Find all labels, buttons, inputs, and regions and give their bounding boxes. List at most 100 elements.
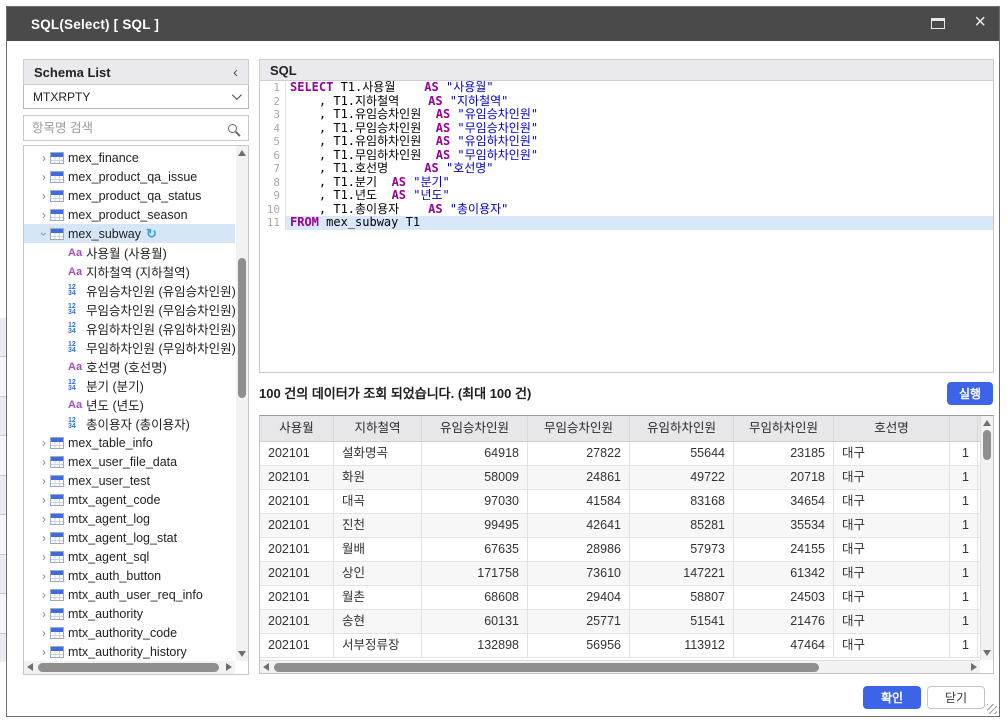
tree-horizontal-scrollbar[interactable]: [24, 661, 235, 674]
tree-column-item[interactable]: 1234무임승차인원 (무임승차인원): [24, 300, 235, 319]
tree-table-item[interactable]: ›mex_table_info: [24, 433, 235, 452]
tree-column-item[interactable]: 1234유임승차인원 (유임승차인원): [24, 281, 235, 300]
maximize-icon[interactable]: [931, 18, 945, 29]
tree-table-item[interactable]: › mtx_authority: [24, 604, 235, 623]
chevron-right-icon[interactable]: ›: [38, 626, 50, 640]
tree-table-item[interactable]: ›mex_subway↻: [24, 224, 235, 243]
tree-column-item[interactable]: Aa지하철역 (지하철역): [24, 262, 235, 281]
sql-editor[interactable]: 1SELECT T1.사용월 AS "사용월"2 , T1.지하철역 AS "지…: [259, 81, 994, 373]
tree-column-item[interactable]: 1234분기 (분기): [24, 376, 235, 395]
tree-item-label: 유임승차인원 (유임승차인원): [86, 281, 235, 300]
tree-column-item[interactable]: 1234총이용자 (총이용자): [24, 414, 235, 433]
run-button[interactable]: 실행: [947, 382, 993, 405]
tree-table-item[interactable]: ›mex_finance: [24, 148, 235, 167]
table-row[interactable]: 202101월배67635289865797324155대구1: [260, 538, 980, 562]
search-box: [23, 115, 249, 141]
scroll-left-icon[interactable]: [263, 663, 269, 671]
tree-column-item[interactable]: Aa년도 (년도): [24, 395, 235, 414]
grid-cell: 64918: [422, 442, 528, 465]
sql-code-text: , T1.무임하차인원 AS "무임하차인원": [286, 149, 993, 163]
tree-column-item[interactable]: Aa사용월 (사용월): [24, 243, 235, 262]
tree-table-item[interactable]: ›mtx_agent_sql: [24, 547, 235, 566]
tree-table-item[interactable]: ›mex_product_qa_status: [24, 186, 235, 205]
grid-cell: 1: [950, 634, 978, 657]
tree-table-item[interactable]: ›mtx_agent_log: [24, 509, 235, 528]
grid-cell: 대곡: [334, 490, 422, 513]
chevron-right-icon[interactable]: ›: [38, 170, 50, 184]
chevron-right-icon[interactable]: ›: [38, 436, 50, 450]
chevron-right-icon[interactable]: ›: [38, 189, 50, 203]
scroll-up-icon[interactable]: [238, 150, 246, 156]
refresh-icon[interactable]: ↻: [146, 226, 157, 242]
grid-header-cell[interactable]: [950, 416, 978, 441]
chevron-right-icon[interactable]: ›: [38, 569, 50, 583]
chevron-right-icon[interactable]: ›: [38, 455, 50, 469]
table-row[interactable]: 202101설화명곡64918278225564423185대구1: [260, 442, 980, 466]
chevron-right-icon[interactable]: ›: [38, 151, 50, 165]
tree-table-item[interactable]: ›mtx_agent_code: [24, 490, 235, 509]
grid-header-cell[interactable]: 유임하차인원: [630, 416, 734, 441]
chevron-right-icon[interactable]: ›: [38, 474, 50, 488]
tree-horizontal-scroll-thumb[interactable]: [38, 663, 219, 672]
grid-header-cell[interactable]: 호선명: [834, 416, 950, 441]
scroll-left-icon[interactable]: [27, 663, 33, 671]
tree-table-item[interactable]: ›mtx_agent_log_stat: [24, 528, 235, 547]
grid-horizontal-scrollbar[interactable]: [260, 660, 980, 673]
collapse-panel-icon[interactable]: ‹: [233, 64, 238, 81]
scroll-down-icon[interactable]: [983, 650, 991, 656]
grid-cell: 23185: [734, 442, 834, 465]
table-icon: [50, 570, 64, 582]
chevron-down-icon[interactable]: ›: [37, 228, 51, 240]
chevron-right-icon[interactable]: ›: [38, 607, 50, 621]
tree-table-item[interactable]: ›mtx_authority_history: [24, 642, 235, 660]
chevron-right-icon[interactable]: ›: [38, 531, 50, 545]
ok-button[interactable]: 확인: [863, 686, 921, 709]
tree-table-item[interactable]: ›mex_product_season: [24, 205, 235, 224]
grid-header-cell[interactable]: 지하철역: [334, 416, 422, 441]
tree-column-item[interactable]: 1234유임하차인원 (유임하차인원): [24, 319, 235, 338]
grid-header-cell[interactable]: 유임승차인원: [422, 416, 528, 441]
close-button[interactable]: 닫기: [927, 686, 985, 709]
tree-vertical-scrollbar[interactable]: [236, 146, 248, 661]
chevron-right-icon[interactable]: ›: [38, 550, 50, 564]
chevron-right-icon[interactable]: ›: [38, 645, 50, 659]
tree-column-item[interactable]: 1234무임하차인원 (무임하차인원): [24, 338, 235, 357]
scroll-right-icon[interactable]: [226, 663, 232, 671]
tree-table-item[interactable]: ›mtx_auth_button: [24, 566, 235, 585]
table-row[interactable]: 202101진천99495426418528135534대구1: [260, 514, 980, 538]
scroll-up-icon[interactable]: [983, 420, 991, 426]
tree-table-item[interactable]: ›mex_user_file_data: [24, 452, 235, 471]
search-icon[interactable]: [228, 124, 237, 133]
scroll-down-icon[interactable]: [238, 651, 246, 657]
table-row[interactable]: 202101화원58009248614972220718대구1: [260, 466, 980, 490]
grid-header-cell[interactable]: 사용월: [260, 416, 334, 441]
chevron-right-icon[interactable]: ›: [38, 493, 50, 507]
tree-table-item[interactable]: ›mex_user_test: [24, 471, 235, 490]
schema-panel: Schema List ‹ MTXRPTY ›mex_finance›mex_p…: [23, 59, 249, 675]
tree-table-item[interactable]: ›mex_product_qa_issue: [24, 167, 235, 186]
chevron-right-icon[interactable]: ›: [38, 588, 50, 602]
tree-item-label: mtx_authority: [68, 607, 143, 621]
grid-horizontal-scroll-thumb[interactable]: [274, 663, 819, 672]
table-row[interactable]: 202101월촌68608294045880724503대구1: [260, 586, 980, 610]
chevron-right-icon[interactable]: ›: [38, 208, 50, 222]
table-row[interactable]: 202101서부정류장1328985695611391247464대구1: [260, 634, 980, 658]
scroll-right-icon[interactable]: [971, 663, 977, 671]
schema-select[interactable]: MTXRPTY: [23, 85, 249, 109]
tree-vertical-scroll-thumb[interactable]: [238, 258, 246, 398]
resize-grip[interactable]: [987, 704, 997, 714]
close-icon[interactable]: ×: [974, 11, 986, 34]
dialog-titlebar[interactable]: SQL(Select) [ SQL ] ×: [7, 7, 999, 41]
table-row[interactable]: 202101대곡97030415848316834654대구1: [260, 490, 980, 514]
tree-table-item[interactable]: ›mtx_auth_user_req_info: [24, 585, 235, 604]
grid-vertical-scrollbar[interactable]: [980, 416, 993, 660]
table-row[interactable]: 202101상인1717587361014722161342대구1: [260, 562, 980, 586]
table-row[interactable]: 202101송현60131257715154121476대구1: [260, 610, 980, 634]
tree-column-item[interactable]: Aa호선명 (호선명): [24, 357, 235, 376]
chevron-right-icon[interactable]: ›: [38, 512, 50, 526]
grid-header-cell[interactable]: 무임하차인원: [734, 416, 834, 441]
grid-vertical-scroll-thumb[interactable]: [983, 430, 991, 460]
search-input[interactable]: [32, 121, 228, 135]
grid-header-cell[interactable]: 무임승차인원: [528, 416, 630, 441]
tree-table-item[interactable]: ›mtx_authority_code: [24, 623, 235, 642]
